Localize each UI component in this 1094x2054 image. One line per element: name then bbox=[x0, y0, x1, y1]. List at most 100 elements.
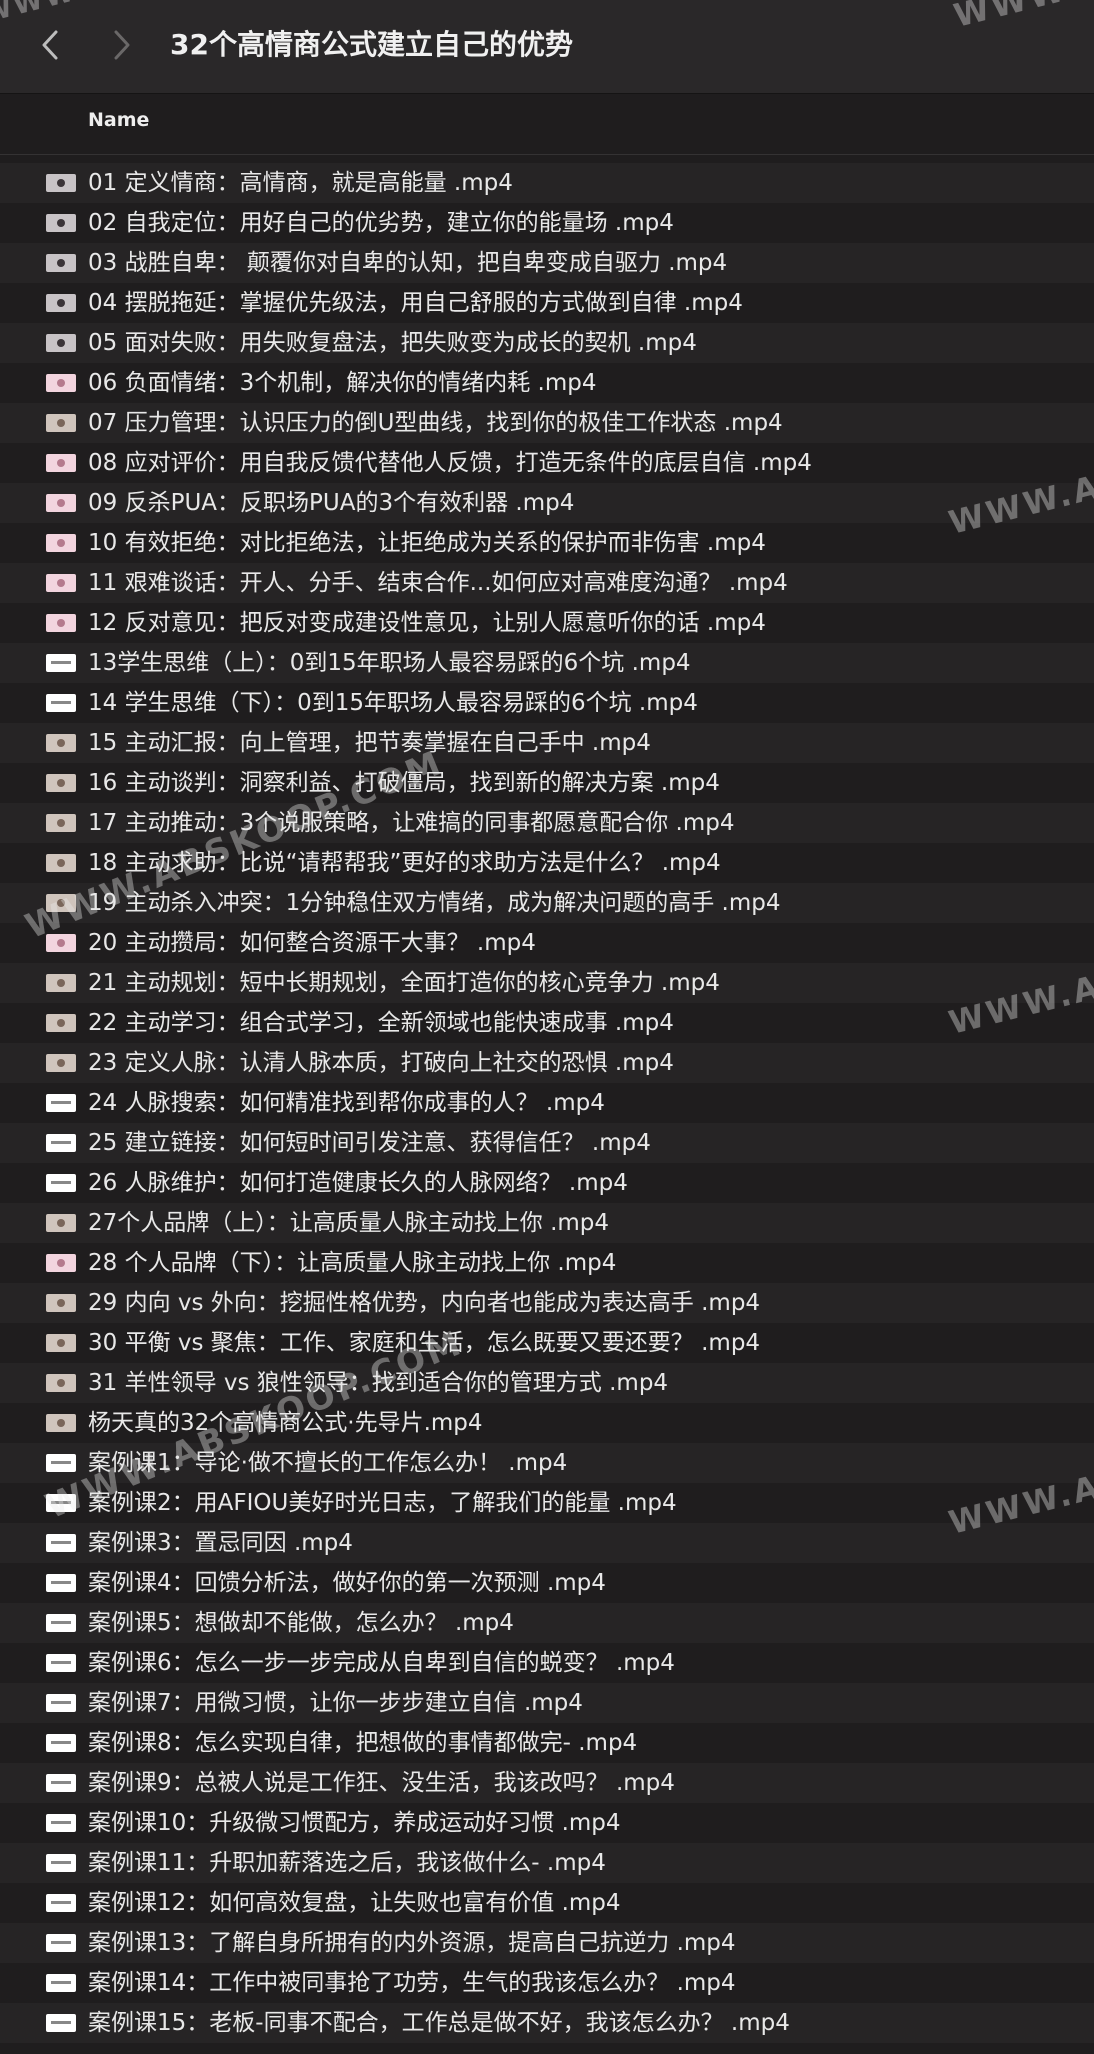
list-header: Name bbox=[0, 95, 1094, 155]
file-name: 12 反对意见：把反对变成建设性意见，让别人愿意听你的话 .mp4 bbox=[88, 610, 766, 636]
file-row[interactable]: 10 有效拒绝：对比拒绝法，让拒绝成为关系的保护而非伤害 .mp4 bbox=[0, 523, 1094, 563]
file-row[interactable]: 18 主动求助：比说“请帮帮我”更好的求助方法是什么？ .mp4 bbox=[0, 843, 1094, 883]
file-name: 08 应对评价：用自我反馈代替他人反馈，打造无条件的底层自信 .mp4 bbox=[88, 450, 812, 476]
file-row[interactable]: 案例课13：了解自身所拥有的内外资源，提高自己抗逆力 .mp4 bbox=[0, 1923, 1094, 1963]
video-thumbnail-icon bbox=[46, 1534, 76, 1552]
video-thumbnail-icon bbox=[46, 1374, 76, 1392]
file-name: 24 人脉搜索：如何精准找到帮你成事的人？ .mp4 bbox=[88, 1090, 605, 1116]
video-thumbnail-icon bbox=[46, 1334, 76, 1352]
name-column-header[interactable]: Name bbox=[88, 109, 149, 131]
file-row[interactable]: 11 艰难谈话：开人、分手、结束合作...如何应对高难度沟通？ .mp4 bbox=[0, 563, 1094, 603]
file-row[interactable]: 09 反杀PUA：反职场PUA的3个有效利器 .mp4 bbox=[0, 483, 1094, 523]
video-thumbnail-icon bbox=[46, 814, 76, 832]
video-thumbnail-icon bbox=[46, 174, 76, 192]
file-row[interactable]: 案例课15：老板-同事不配合，工作总是做不好，我该怎么办？ .mp4 bbox=[0, 2003, 1094, 2043]
file-row[interactable]: 22 主动学习：组合式学习，全新领域也能快速成事 .mp4 bbox=[0, 1003, 1094, 1043]
file-row[interactable]: 21 主动规划：短中长期规划，全面打造你的核心竞争力 .mp4 bbox=[0, 963, 1094, 1003]
video-thumbnail-icon bbox=[46, 1814, 76, 1832]
file-row[interactable]: 30 平衡 vs 聚焦：工作、家庭和生活，怎么既要又要还要？ .mp4 bbox=[0, 1323, 1094, 1363]
file-name: 案例课5：想做却不能做，怎么办？ .mp4 bbox=[88, 1610, 514, 1636]
video-thumbnail-icon bbox=[46, 654, 76, 672]
file-name: 案例课13：了解自身所拥有的内外资源，提高自己抗逆力 .mp4 bbox=[88, 1930, 736, 1956]
file-row[interactable]: 23 定义人脉：认清人脉本质，打破向上社交的恐惧 .mp4 bbox=[0, 1043, 1094, 1083]
file-name: 06 负面情绪：3个机制，解决你的情绪内耗 .mp4 bbox=[88, 370, 597, 396]
file-row[interactable]: 13学生思维（上）：0到15年职场人最容易踩的6个坑 .mp4 bbox=[0, 643, 1094, 683]
file-name: 03 战胜自卑： 颠覆你对自卑的认知，把自卑变成自驱力 .mp4 bbox=[88, 250, 728, 276]
video-thumbnail-icon bbox=[46, 934, 76, 952]
file-row[interactable]: 案例课3：置忌同因 .mp4 bbox=[0, 1523, 1094, 1563]
file-name: 案例课4：回馈分析法，做好你的第一次预测 .mp4 bbox=[88, 1570, 606, 1596]
file-name: 02 自我定位：用好自己的优劣势，建立你的能量场 .mp4 bbox=[88, 210, 674, 236]
file-row[interactable]: 04 摆脱拖延：掌握优先级法，用自己舒服的方式做到自律 .mp4 bbox=[0, 283, 1094, 323]
file-name: 10 有效拒绝：对比拒绝法，让拒绝成为关系的保护而非伤害 .mp4 bbox=[88, 530, 766, 556]
file-row[interactable]: 28 个人品牌（下）：让高质量人脉主动找上你 .mp4 bbox=[0, 1243, 1094, 1283]
video-thumbnail-icon bbox=[46, 1974, 76, 1992]
video-thumbnail-icon bbox=[46, 414, 76, 432]
file-row[interactable]: 案例课2：用AFIOU美好时光日志，了解我们的能量 .mp4 bbox=[0, 1483, 1094, 1523]
file-name: 28 个人品牌（下）：让高质量人脉主动找上你 .mp4 bbox=[88, 1250, 617, 1276]
file-row[interactable]: 15 主动汇报：向上管理，把节奏掌握在自己手中 .mp4 bbox=[0, 723, 1094, 763]
video-thumbnail-icon bbox=[46, 1614, 76, 1632]
forward-button[interactable] bbox=[102, 22, 142, 68]
file-row[interactable]: 27个人品牌（上）：让高质量人脉主动找上你 .mp4 bbox=[0, 1203, 1094, 1243]
video-thumbnail-icon bbox=[46, 254, 76, 272]
file-row[interactable]: 20 主动攒局：如何整合资源干大事？ .mp4 bbox=[0, 923, 1094, 963]
file-row[interactable]: 26 人脉维护：如何打造健康长久的人脉网络？ .mp4 bbox=[0, 1163, 1094, 1203]
file-name: 案例课1：导论·做不擅长的工作怎么办！ .mp4 bbox=[88, 1450, 568, 1476]
file-row[interactable]: 05 面对失败：用失败复盘法，把失败变为成长的契机 .mp4 bbox=[0, 323, 1094, 363]
file-row[interactable]: 31 羊性领导 vs 狼性领导：找到适合你的管理方式 .mp4 bbox=[0, 1363, 1094, 1403]
file-row[interactable]: 案例课14：工作中被同事抢了功劳，生气的我该怎么办？ .mp4 bbox=[0, 1963, 1094, 2003]
file-name: 案例课11：升职加薪落选之后，我该做什么- .mp4 bbox=[88, 1850, 606, 1876]
file-row[interactable]: 案例课10：升级微习惯配方，养成运动好习惯 .mp4 bbox=[0, 1803, 1094, 1843]
file-row[interactable]: 16 主动谈判：洞察利益、打破僵局，找到新的解决方案 .mp4 bbox=[0, 763, 1094, 803]
file-row[interactable]: 案例课4：回馈分析法，做好你的第一次预测 .mp4 bbox=[0, 1563, 1094, 1603]
file-row[interactable]: 25 建立链接：如何短时间引发注意、获得信任？ .mp4 bbox=[0, 1123, 1094, 1163]
video-thumbnail-icon bbox=[46, 1014, 76, 1032]
file-row[interactable]: 19 主动杀入冲突：1分钟稳住双方情绪，成为解决问题的高手 .mp4 bbox=[0, 883, 1094, 923]
video-thumbnail-icon bbox=[46, 294, 76, 312]
video-thumbnail-icon bbox=[46, 1494, 76, 1512]
file-row[interactable]: 案例课9：总被人说是工作狂、没生活，我该改吗？ .mp4 bbox=[0, 1763, 1094, 1803]
file-row[interactable]: 案例课7：用微习惯，让你一步步建立自信 .mp4 bbox=[0, 1683, 1094, 1723]
file-name: 19 主动杀入冲突：1分钟稳住双方情绪，成为解决问题的高手 .mp4 bbox=[88, 890, 781, 916]
file-row[interactable]: 杨天真的32个高情商公式·先导片.mp4 bbox=[0, 1403, 1094, 1443]
chevron-right-icon bbox=[114, 30, 130, 60]
file-name: 13学生思维（上）：0到15年职场人最容易踩的6个坑 .mp4 bbox=[88, 650, 691, 676]
file-row[interactable]: 12 反对意见：把反对变成建设性意见，让别人愿意听你的话 .mp4 bbox=[0, 603, 1094, 643]
file-name: 案例课9：总被人说是工作狂、没生活，我该改吗？ .mp4 bbox=[88, 1770, 675, 1796]
file-name: 30 平衡 vs 聚焦：工作、家庭和生活，怎么既要又要还要？ .mp4 bbox=[88, 1330, 761, 1356]
video-thumbnail-icon bbox=[46, 2014, 76, 2032]
file-name: 16 主动谈判：洞察利益、打破僵局，找到新的解决方案 .mp4 bbox=[88, 770, 720, 796]
file-row[interactable]: 29 内向 vs 外向：挖掘性格优势，内向者也能成为表达高手 .mp4 bbox=[0, 1283, 1094, 1323]
file-row[interactable]: 案例课5：想做却不能做，怎么办？ .mp4 bbox=[0, 1603, 1094, 1643]
file-row[interactable]: 14 学生思维（下）：0到15年职场人最容易踩的6个坑 .mp4 bbox=[0, 683, 1094, 723]
file-name: 14 学生思维（下）：0到15年职场人最容易踩的6个坑 .mp4 bbox=[88, 690, 698, 716]
back-button[interactable] bbox=[30, 22, 70, 68]
file-name: 31 羊性领导 vs 狼性领导：找到适合你的管理方式 .mp4 bbox=[88, 1370, 669, 1396]
file-name: 11 艰难谈话：开人、分手、结束合作...如何应对高难度沟通？ .mp4 bbox=[88, 570, 788, 596]
file-name: 案例课3：置忌同因 .mp4 bbox=[88, 1530, 353, 1556]
file-name: 25 建立链接：如何短时间引发注意、获得信任？ .mp4 bbox=[88, 1130, 651, 1156]
file-row[interactable]: 案例课6：怎么一步一步完成从自卑到自信的蜕变？ .mp4 bbox=[0, 1643, 1094, 1683]
file-row[interactable]: 案例课12：如何高效复盘，让失败也富有价值 .mp4 bbox=[0, 1883, 1094, 1923]
file-row[interactable]: 06 负面情绪：3个机制，解决你的情绪内耗 .mp4 bbox=[0, 363, 1094, 403]
file-row[interactable]: 07 压力管理：认识压力的倒U型曲线，找到你的极佳工作状态 .mp4 bbox=[0, 403, 1094, 443]
video-thumbnail-icon bbox=[46, 614, 76, 632]
file-row[interactable]: 案例课11：升职加薪落选之后，我该做什么- .mp4 bbox=[0, 1843, 1094, 1883]
video-thumbnail-icon bbox=[46, 1174, 76, 1192]
file-row[interactable]: 案例课1：导论·做不擅长的工作怎么办！ .mp4 bbox=[0, 1443, 1094, 1483]
file-row[interactable]: 24 人脉搜索：如何精准找到帮你成事的人？ .mp4 bbox=[0, 1083, 1094, 1123]
file-row[interactable]: 01 定义情商：高情商，就是高能量 .mp4 bbox=[0, 163, 1094, 203]
video-thumbnail-icon bbox=[46, 1254, 76, 1272]
file-row[interactable]: 08 应对评价：用自我反馈代替他人反馈，打造无条件的底层自信 .mp4 bbox=[0, 443, 1094, 483]
video-thumbnail-icon bbox=[46, 1854, 76, 1872]
video-thumbnail-icon bbox=[46, 774, 76, 792]
video-thumbnail-icon bbox=[46, 1774, 76, 1792]
file-row[interactable]: 03 战胜自卑： 颠覆你对自卑的认知，把自卑变成自驱力 .mp4 bbox=[0, 243, 1094, 283]
file-row[interactable]: 17 主动推动：3个说服策略，让难搞的同事都愿意配合你 .mp4 bbox=[0, 803, 1094, 843]
video-thumbnail-icon bbox=[46, 1414, 76, 1432]
video-thumbnail-icon bbox=[46, 1454, 76, 1472]
file-row[interactable]: 案例课8：怎么实现自律，把想做的事情都做完- .mp4 bbox=[0, 1723, 1094, 1763]
file-row[interactable]: 02 自我定位：用好自己的优劣势，建立你的能量场 .mp4 bbox=[0, 203, 1094, 243]
video-thumbnail-icon bbox=[46, 1894, 76, 1912]
